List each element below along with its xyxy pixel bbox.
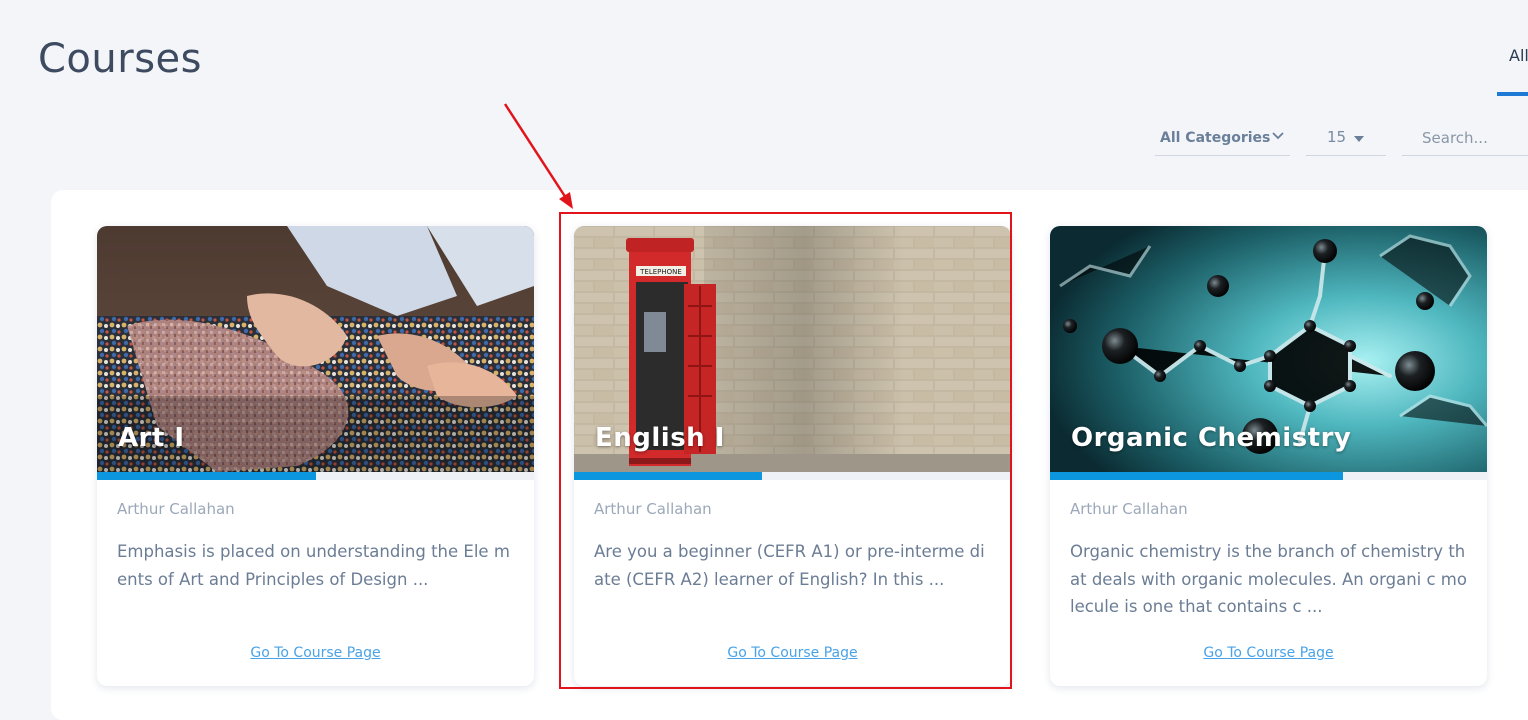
course-image-english: TELEPHONE English I <box>574 226 1011 472</box>
filter-bar: All Categories 15 <box>0 120 1528 160</box>
tab-all[interactable]: All <box>1497 46 1528 96</box>
course-card-english: TELEPHONE English I Arthur Callahan Are … <box>574 226 1011 686</box>
course-progress-fill <box>97 472 316 480</box>
page-title: Courses <box>38 36 202 82</box>
course-title: English I <box>595 423 725 453</box>
course-description: Organic chemistry is the branch of chemi… <box>1070 542 1467 616</box>
course-image-art: Art I <box>97 226 534 472</box>
per-page-value: 15 <box>1327 128 1347 146</box>
course-progress-fill <box>1050 472 1343 480</box>
course-card-organic-chemistry: Organic Chemistry Arthur Callahan Organi… <box>1050 226 1487 686</box>
course-title: Organic Chemistry <box>1071 423 1352 453</box>
course-progress-bar <box>1050 472 1487 480</box>
course-author: Arthur Callahan <box>594 500 712 518</box>
course-description: Emphasis is placed on understanding the … <box>117 542 510 589</box>
chevron-down-icon <box>1272 132 1284 140</box>
course-progress-fill <box>574 472 762 480</box>
course-title: Art I <box>118 423 185 453</box>
category-dropdown-label: All Categories <box>1160 130 1271 146</box>
course-author: Arthur Callahan <box>117 500 235 518</box>
search-input[interactable] <box>1402 120 1528 156</box>
course-card-art: Art I Arthur Callahan Emphasis is placed… <box>97 226 534 686</box>
course-author: Arthur Callahan <box>1070 500 1188 518</box>
svg-text:TELEPHONE: TELEPHONE <box>639 268 682 276</box>
go-to-course-link[interactable]: Go To Course Page <box>97 645 534 661</box>
caret-down-icon <box>1354 136 1364 142</box>
course-image-organic-chemistry: Organic Chemistry <box>1050 226 1487 472</box>
course-description: Are you a beginner (CEFR A1) or pre-inte… <box>594 542 985 589</box>
go-to-course-link[interactable]: Go To Course Page <box>1050 645 1487 661</box>
tab-active-underline <box>1497 92 1528 96</box>
go-to-course-link[interactable]: Go To Course Page <box>574 645 1011 661</box>
course-progress-bar <box>574 472 1011 480</box>
course-progress-bar <box>97 472 534 480</box>
per-page-select[interactable]: 15 <box>1306 120 1386 156</box>
tab-all-label: All <box>1509 46 1528 65</box>
category-dropdown[interactable]: All Categories <box>1155 120 1290 156</box>
